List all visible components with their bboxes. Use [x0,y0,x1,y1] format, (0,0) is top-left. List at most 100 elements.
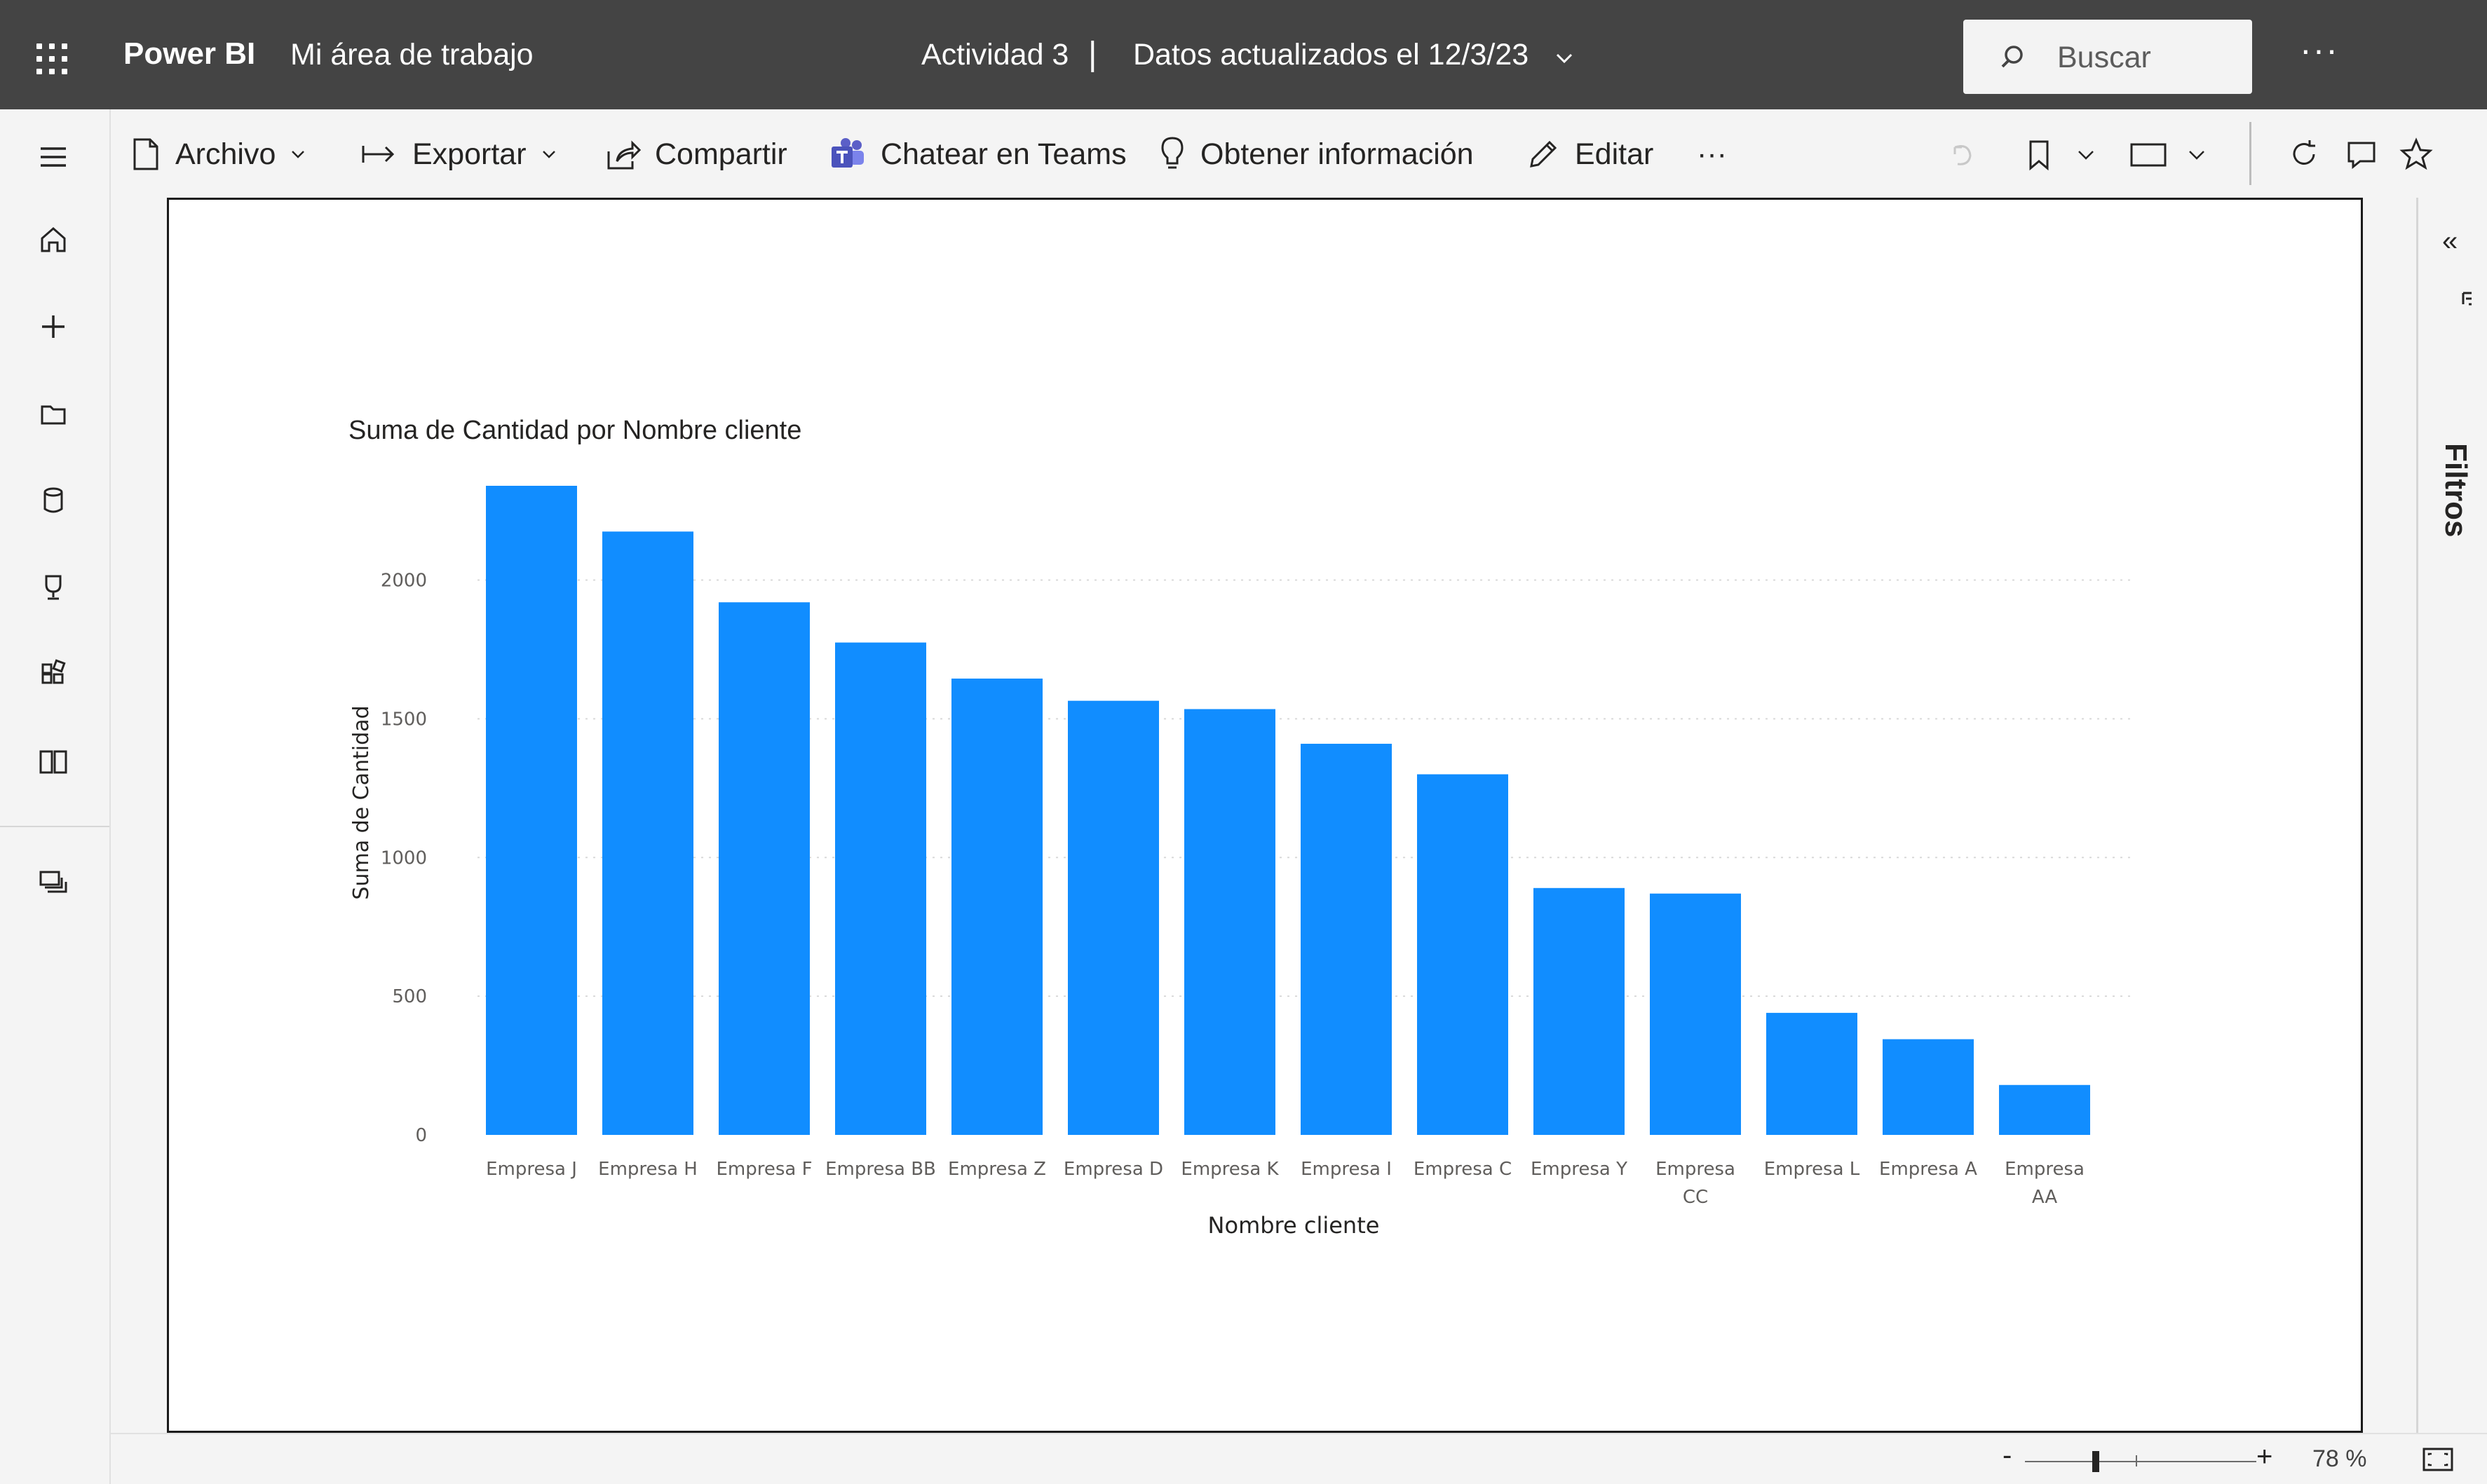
insights-label: Obtener información [1200,137,1474,171]
chart-bar[interactable] [486,486,577,1135]
report-toolbar: Archivo Exportar Compartir Chatear en Te… [111,109,2487,198]
report-name: Actividad 3 [921,38,1069,72]
top-bar: Power BI Mi área de trabajo Actividad 3 … [0,0,2487,109]
chevron-down-icon[interactable] [2186,137,2207,171]
x-tick-label: Empresa [1655,1159,1735,1180]
edit-label: Editar [1575,137,1654,171]
chart-bar[interactable] [835,642,926,1135]
chart-bar[interactable] [1301,744,1392,1135]
waffle-icon[interactable] [36,43,67,74]
apps-icon[interactable] [34,655,73,694]
edit-button[interactable]: Editar [1526,135,1653,174]
toolbar-more-button[interactable]: ··· [1697,135,1727,174]
toolbar-divider [2249,122,2251,185]
left-navigation [0,109,111,1484]
chart-bars[interactable] [486,486,2090,1135]
file-label: Archivo [175,137,276,171]
browse-icon[interactable] [34,394,73,433]
lightbulb-icon [1161,137,1184,169]
export-icon [362,146,395,163]
zoom-slider-tick [2136,1455,2137,1466]
x-tick-label: Empresa [2005,1159,2085,1180]
title-separator: | [1088,36,1097,73]
export-label: Exportar [412,137,527,171]
chart-bar[interactable] [719,602,810,1135]
filter-icon [2462,292,2472,306]
share-icon [607,140,641,170]
chart-bar[interactable] [1417,774,1508,1135]
nav-divider [0,826,109,827]
insights-button[interactable]: Obtener información [1158,135,1474,174]
x-tick-label: Empresa A [1879,1159,1977,1180]
create-icon[interactable] [34,307,73,346]
bar-chart[interactable]: 0500100015002000 Empresa J Empresa H Empre… [169,200,2361,1431]
learn-icon[interactable] [34,742,73,781]
fit-page-icon[interactable] [2422,1447,2454,1472]
undo-icon[interactable] [1945,137,1979,171]
view-icon[interactable] [2129,137,2168,171]
home-icon[interactable] [34,220,73,259]
teams-icon [832,138,864,168]
report-canvas: Suma de Cantidad por Nombre cliente 0 500… [167,198,2363,1433]
bookmark-icon[interactable] [2022,137,2056,171]
workspace-breadcrumb[interactable]: Mi área de trabajo [290,38,534,72]
power-bi-app: Power BI Mi área de trabajo Actividad 3 … [0,0,2487,1484]
y-axis-ticks: 0 500 1000 1500 2000 [381,571,427,1146]
file-menu[interactable]: Archivo [130,135,320,174]
pencil-icon [1530,140,1557,168]
chart-bar[interactable] [1184,709,1275,1135]
x-tick-label: Empresa BB [825,1159,936,1180]
export-menu[interactable]: Exportar [360,135,571,174]
y-tick-label: 1500 [381,709,427,730]
chart-bar[interactable] [1999,1084,2090,1135]
chart-bar[interactable] [602,531,693,1135]
x-tick-label: Empresa K [1181,1159,1279,1180]
favorite-icon[interactable] [2399,137,2433,171]
x-tick-label: Empresa I [1301,1159,1392,1180]
data-updated-label[interactable]: Datos actualizados el 12/3/23 [1133,38,1529,72]
x-tick-label: AA [2032,1187,2058,1208]
chart-bar[interactable] [1766,1012,1857,1135]
hamburger-icon[interactable] [34,137,73,177]
chart-bar[interactable] [1533,887,1625,1135]
x-axis-ticks: Empresa J Empresa H Empresa F Empresa BB Emp… [486,1159,2085,1208]
x-tick-label: Empresa J [486,1159,577,1180]
x-tick-label: Empresa D [1064,1159,1163,1180]
share-button[interactable]: Compartir [604,135,787,174]
filters-pane[interactable]: « Filtros [2416,198,2487,1433]
y-tick-label: 0 [415,1125,427,1146]
chart-bar[interactable] [1883,1039,1974,1135]
chevron-down-icon[interactable] [2075,137,2096,171]
workspaces-icon[interactable] [34,862,73,901]
y-axis-label: Suma de Cantidad [349,705,374,899]
more-options-button[interactable]: ··· [2300,29,2339,70]
chevron-down-icon [292,151,305,158]
zoom-in-button[interactable]: + [2256,1441,2272,1473]
x-tick-label: Empresa Y [1531,1159,1627,1180]
search-box[interactable]: Buscar [1963,20,2252,94]
chart-bar[interactable] [1650,893,1741,1135]
zoom-out-button[interactable]: - [2003,1440,2012,1471]
data-hub-icon[interactable] [34,481,73,520]
chevron-down-icon[interactable] [1555,49,1573,67]
x-tick-label: Empresa F [716,1159,812,1180]
file-icon [133,138,158,170]
zoom-slider[interactable] [2025,1461,2256,1462]
chart-bar[interactable] [951,679,1043,1135]
x-tick-label: Empresa Z [948,1159,1046,1180]
brand-label[interactable]: Power BI [123,36,255,72]
refresh-icon[interactable] [2287,137,2321,171]
share-label: Compartir [655,137,787,171]
search-placeholder[interactable]: Buscar [2057,41,2151,75]
x-tick-label: Empresa C [1414,1159,1512,1180]
collapse-filters-button[interactable]: « [2442,226,2458,257]
x-tick-label: CC [1683,1187,1708,1208]
filters-label[interactable]: Filtros [2438,443,2473,541]
goals-icon[interactable] [34,568,73,607]
y-tick-label: 1000 [381,847,427,869]
zoom-slider-thumb[interactable] [2092,1451,2100,1472]
comment-icon[interactable] [2345,137,2378,171]
chart-bar[interactable] [1068,700,1159,1135]
teams-chat-button[interactable]: Chatear en Teams [829,135,1127,174]
y-tick-label: 500 [392,986,427,1007]
